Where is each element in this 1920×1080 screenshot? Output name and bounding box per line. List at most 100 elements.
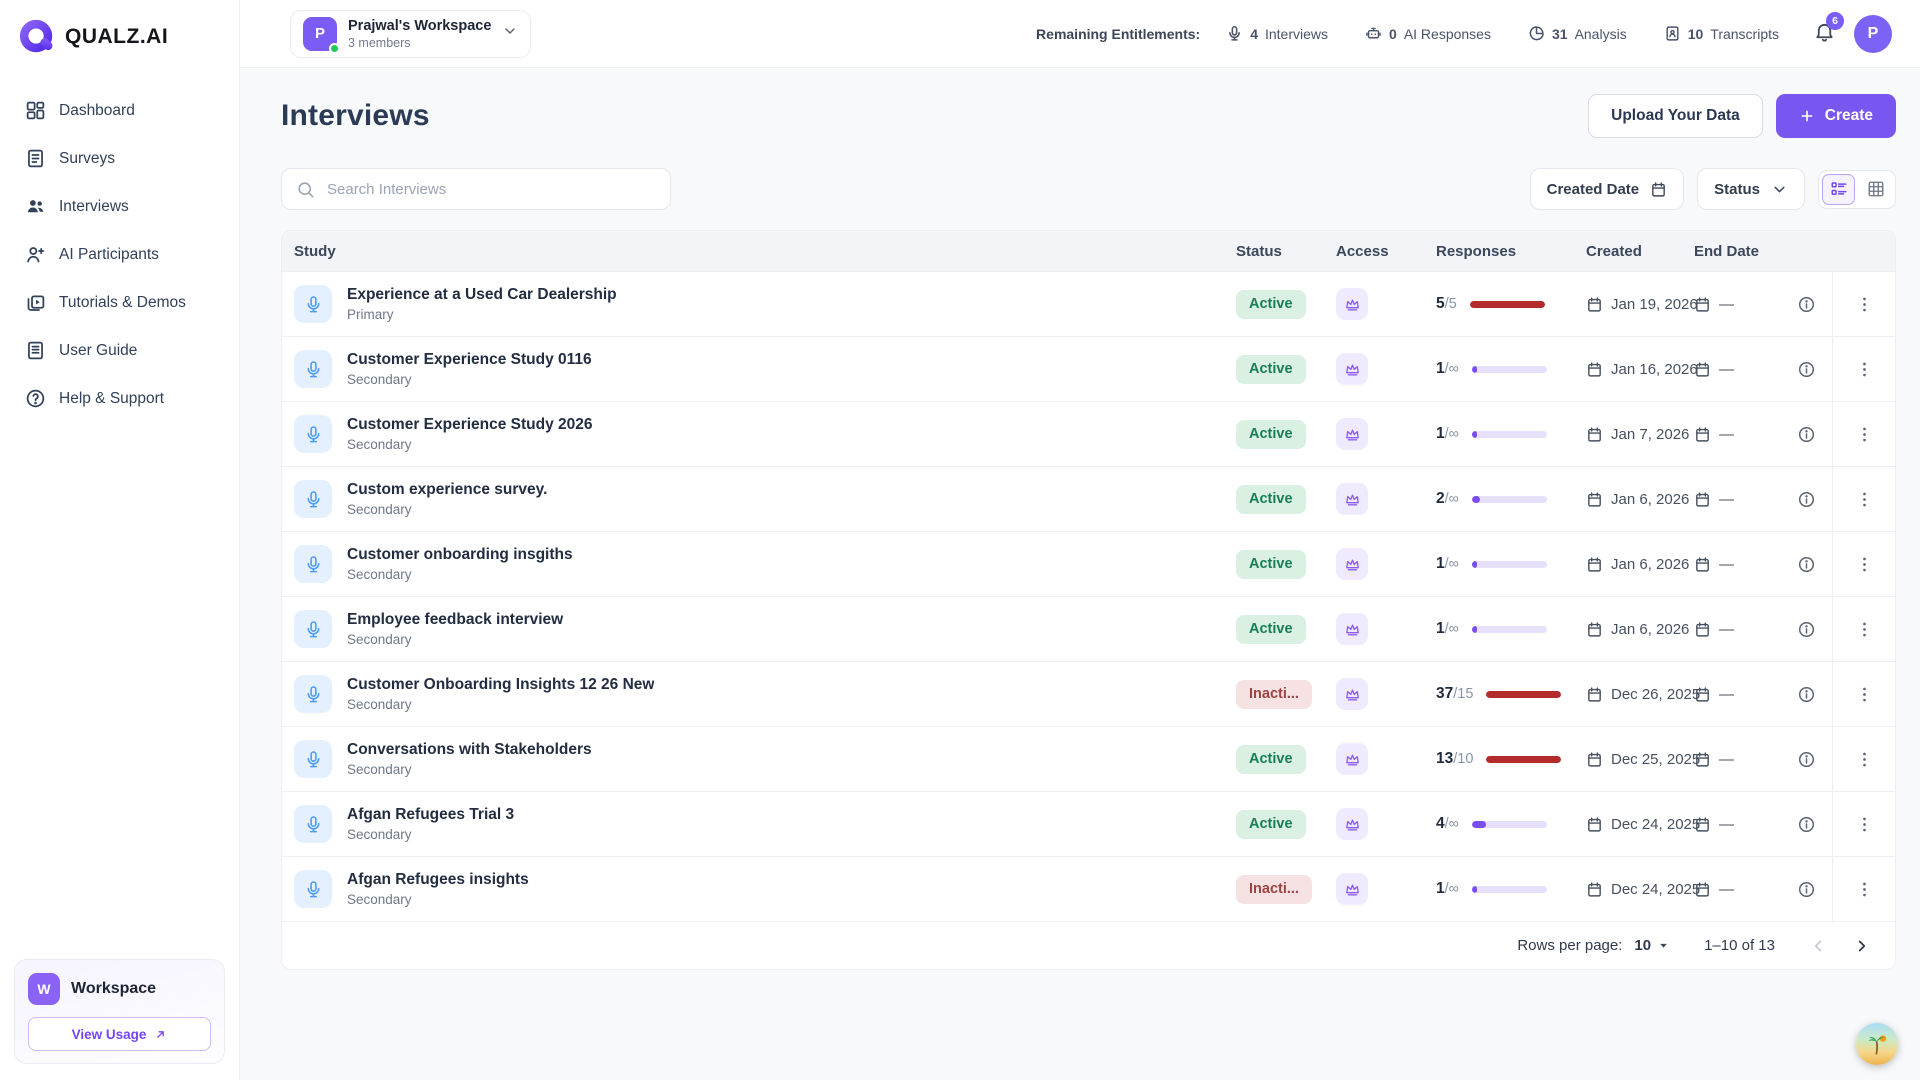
previous-page-button[interactable] — [1809, 937, 1827, 955]
info-icon[interactable] — [1797, 425, 1816, 444]
sidebar-item-surveys[interactable]: Surveys — [10, 138, 229, 179]
sidebar-item-help-support[interactable]: Help & Support — [10, 378, 229, 419]
tutorials-icon — [25, 292, 46, 313]
entitlement-count: 4 — [1250, 26, 1258, 42]
info-icon[interactable] — [1797, 295, 1816, 314]
study-title[interactable]: Employee feedback interview — [347, 611, 563, 629]
mic-icon — [294, 415, 332, 453]
beach-widget-button[interactable] — [1856, 1023, 1898, 1065]
info-icon[interactable] — [1797, 490, 1816, 509]
sidebar-item-user-guide[interactable]: User Guide — [10, 330, 229, 371]
entitlement-count: 0 — [1389, 26, 1397, 42]
mic-icon — [294, 285, 332, 323]
row-menu-icon[interactable] — [1855, 685, 1874, 704]
study-title[interactable]: Afgan Refugees insights — [347, 871, 529, 889]
next-page-button[interactable] — [1853, 937, 1871, 955]
calendar-icon — [1650, 181, 1667, 198]
status-filter-button[interactable]: Status — [1697, 168, 1805, 210]
status-badge: Active — [1236, 355, 1306, 384]
calendar-icon — [1586, 556, 1603, 573]
responses-total: /∞ — [1445, 361, 1459, 377]
table-row[interactable]: Experience at a Used Car Dealership Prim… — [282, 271, 1895, 336]
study-subtitle: Secondary — [347, 762, 592, 777]
progress-fill — [1470, 301, 1545, 308]
end-date: — — [1719, 881, 1734, 898]
workspace-name: Prajwal's Workspace — [348, 17, 491, 35]
row-menu-icon[interactable] — [1855, 425, 1874, 444]
mic-icon — [294, 870, 332, 908]
info-icon[interactable] — [1797, 815, 1816, 834]
responses-count: 1 — [1436, 880, 1445, 898]
list-view-button[interactable] — [1822, 174, 1855, 205]
view-usage-button[interactable]: View Usage — [28, 1017, 211, 1051]
main-area: P Prajwal's Workspace 3 members Remainin… — [240, 0, 1920, 1080]
info-icon[interactable] — [1797, 685, 1816, 704]
table-row[interactable]: Customer Experience Study 0116 Secondary… — [282, 336, 1895, 401]
sidebar-item-tutorials-demos[interactable]: Tutorials & Demos — [10, 282, 229, 323]
entitlement-badge-transcripts: 10 Transcripts — [1650, 18, 1793, 49]
robot-icon — [1365, 25, 1382, 42]
study-title[interactable]: Customer onboarding insgiths — [347, 546, 573, 564]
row-menu-icon[interactable] — [1855, 815, 1874, 834]
table-row[interactable]: Customer Onboarding Insights 12 26 New S… — [282, 661, 1895, 726]
sidebar-item-label: Interviews — [59, 198, 129, 216]
table-row[interactable]: Customer Experience Study 2026 Secondary… — [282, 401, 1895, 466]
grid-view-button[interactable] — [1859, 174, 1892, 205]
study-title[interactable]: Experience at a Used Car Dealership — [347, 286, 617, 304]
notification-count-badge: 6 — [1826, 12, 1844, 30]
workspace-selector[interactable]: P Prajwal's Workspace 3 members — [290, 10, 531, 58]
study-title[interactable]: Customer Experience Study 2026 — [347, 416, 593, 434]
row-menu-icon[interactable] — [1855, 620, 1874, 639]
row-menu-icon[interactable] — [1855, 360, 1874, 379]
study-title[interactable]: Customer Onboarding Insights 12 26 New — [347, 676, 654, 694]
calendar-icon — [1694, 881, 1711, 898]
study-subtitle: Secondary — [347, 632, 563, 647]
notifications-button[interactable]: 6 — [1813, 20, 1836, 48]
created-date-filter-button[interactable]: Created Date — [1530, 168, 1685, 210]
calendar-icon — [1694, 556, 1711, 573]
table-row[interactable]: Afgan Refugees insights Secondary Inacti… — [282, 856, 1895, 921]
progress-fill — [1472, 431, 1477, 438]
sidebar-item-label: Help & Support — [59, 390, 164, 408]
info-icon[interactable] — [1797, 750, 1816, 769]
table-row[interactable]: Employee feedback interview Secondary Ac… — [282, 596, 1895, 661]
info-icon[interactable] — [1797, 880, 1816, 899]
table-row[interactable]: Customer onboarding insgiths Secondary A… — [282, 531, 1895, 596]
row-menu-icon[interactable] — [1855, 750, 1874, 769]
view-toggle — [1818, 170, 1896, 209]
create-button[interactable]: Create — [1776, 94, 1896, 138]
table-row[interactable]: Conversations with Stakeholders Secondar… — [282, 726, 1895, 791]
crown-access-icon — [1336, 548, 1368, 580]
calendar-icon — [1586, 491, 1603, 508]
row-menu-icon[interactable] — [1855, 490, 1874, 509]
row-menu-icon[interactable] — [1855, 880, 1874, 899]
progress-bar — [1470, 301, 1545, 308]
upload-data-button[interactable]: Upload Your Data — [1588, 94, 1763, 138]
table-row[interactable]: Custom experience survey. Secondary Acti… — [282, 466, 1895, 531]
progress-fill — [1472, 886, 1477, 893]
rows-per-page-select[interactable]: 10 — [1634, 937, 1670, 954]
study-title[interactable]: Custom experience survey. — [347, 481, 547, 499]
entitlement-badge-interviews: 4 Interviews — [1212, 18, 1342, 49]
row-menu-icon[interactable] — [1855, 295, 1874, 314]
search-input[interactable] — [327, 181, 656, 198]
study-title[interactable]: Afgan Refugees Trial 3 — [347, 806, 514, 824]
info-icon[interactable] — [1797, 360, 1816, 379]
end-date: — — [1719, 556, 1734, 573]
info-icon[interactable] — [1797, 555, 1816, 574]
study-title[interactable]: Conversations with Stakeholders — [347, 741, 592, 759]
row-menu-icon[interactable] — [1855, 555, 1874, 574]
user-avatar[interactable]: P — [1854, 15, 1892, 53]
sidebar-item-dashboard[interactable]: Dashboard — [10, 90, 229, 131]
sidebar-item-ai-participants[interactable]: AI Participants — [10, 234, 229, 275]
end-date: — — [1719, 426, 1734, 443]
table-body: Experience at a Used Car Dealership Prim… — [282, 271, 1895, 921]
responses-count: 1 — [1436, 360, 1445, 378]
study-title[interactable]: Customer Experience Study 0116 — [347, 351, 592, 369]
table-row[interactable]: Afgan Refugees Trial 3 Secondary Active — [282, 791, 1895, 856]
status-badge: Inacti... — [1236, 875, 1312, 904]
app-logo[interactable]: QUALZ.AI — [0, 0, 239, 56]
palm-island-icon — [1864, 1031, 1890, 1057]
info-icon[interactable] — [1797, 620, 1816, 639]
sidebar-item-interviews[interactable]: Interviews — [10, 186, 229, 227]
